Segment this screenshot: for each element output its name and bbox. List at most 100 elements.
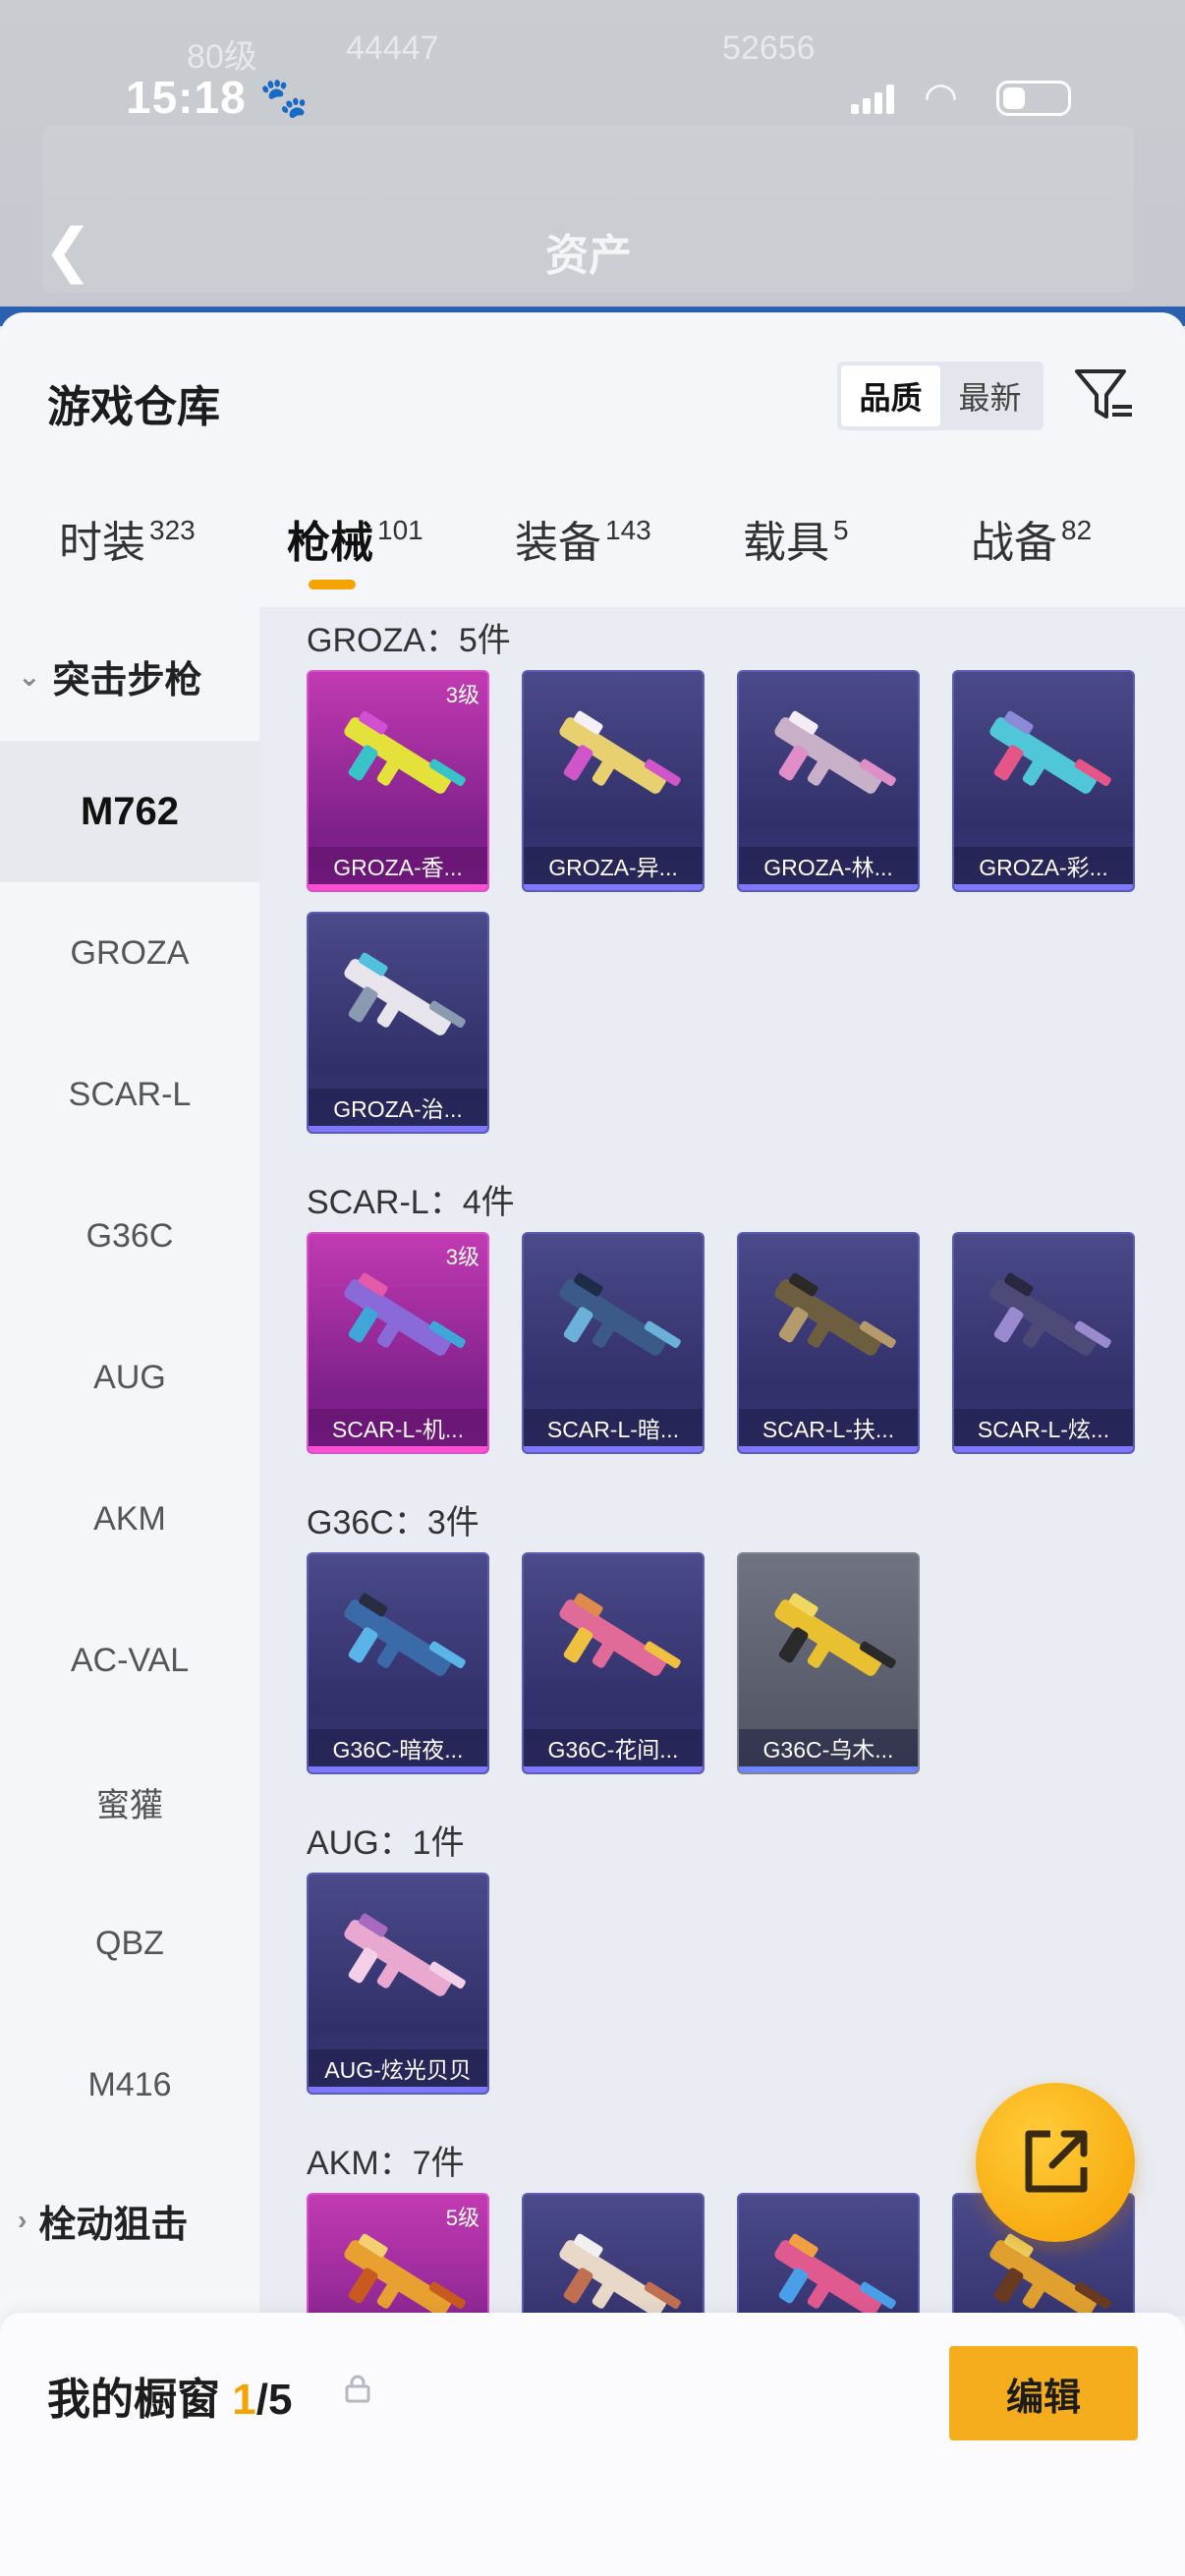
my-showcase-bar: 我的橱窗 1/5 编辑: [0, 2313, 1185, 2576]
weapon-name: GROZA-彩...: [979, 855, 1108, 880]
sidebar-item-honey-badger[interactable]: 蜜獾: [0, 1731, 259, 1873]
section-header: GROZA：5件: [307, 622, 511, 659]
sidebar-item-qbz[interactable]: QBZ: [0, 1873, 259, 2014]
paw-icon: 🐾: [259, 77, 309, 120]
weapon-card[interactable]: G36C-花间...: [522, 1552, 705, 1774]
sort-toggle: 品质 最新: [837, 362, 1044, 430]
card-name-bar: G36C-花间...: [524, 1729, 703, 1772]
weapon-grid: GROZA：5件 3级 GROZA-香... GROZA-异... GROZA-林…: [259, 607, 1185, 2317]
weapon-name: GROZA-异...: [548, 855, 678, 880]
share-button[interactable]: [976, 2083, 1135, 2242]
card-name-bar: G36C-乌木...: [739, 1729, 918, 1772]
category-tabs: 时装 323 枪械 101 装备 143 载具 5 战备 82: [0, 507, 1185, 605]
sidebar: ⌄ 突击步枪 M762 GROZA SCAR-L G36C AUG AKM AC-…: [0, 607, 259, 2287]
weapon-skin-image: [344, 1913, 466, 1996]
share-external-icon: [1025, 2130, 1088, 2193]
card-name-bar: GROZA-彩...: [954, 847, 1133, 890]
section-header: SCAR-L：4件: [307, 1184, 515, 1221]
sort-latest-button[interactable]: 最新: [940, 365, 1040, 426]
weapon-card[interactable]: 3级 SCAR-L-机...: [307, 1232, 489, 1454]
showcase-total: /5: [255, 2376, 293, 2424]
weapon-card[interactable]: G36C-暗夜...: [307, 1552, 489, 1774]
weapon-skin-image: [344, 2233, 466, 2317]
weapon-card[interactable]: G36C-乌木...: [737, 1552, 920, 1774]
weapon-skin-image: [344, 1593, 466, 1676]
weapon-skin-image: [344, 710, 466, 794]
card-name-bar: AUG-炫光贝贝: [309, 2049, 487, 2093]
card-name-bar: SCAR-L-机...: [309, 1409, 487, 1452]
sidebar-item-g36c[interactable]: G36C: [0, 1165, 259, 1307]
background-page: 80级 44447 52656 ❮ 资产: [0, 0, 1185, 326]
weapon-skin-image: [774, 1593, 896, 1676]
weapon-card[interactable]: GROZA-异...: [522, 670, 705, 892]
weapon-card[interactable]: 3级 GROZA-香...: [307, 670, 489, 892]
level-badge: 3级: [445, 1245, 480, 1269]
weapon-card[interactable]: SCAR-L-暗...: [522, 1232, 705, 1454]
card-name-bar: G36C-暗夜...: [309, 1729, 487, 1772]
sidebar-item-m416[interactable]: M416: [0, 2014, 259, 2156]
sidebar-category-bolt-sniper[interactable]: › 栓动狙击: [0, 2161, 259, 2279]
card-name-bar: SCAR-L-炫...: [954, 1409, 1133, 1452]
weapon-skin-image: [774, 710, 896, 794]
tab-fashion[interactable]: 时装 323: [59, 507, 196, 605]
card-name-bar: GROZA-香...: [309, 847, 487, 890]
weapon-card[interactable]: GROZA-彩...: [952, 670, 1135, 892]
weapon-skin-image: [559, 710, 681, 794]
weapon-name: AUG-炫光贝贝: [324, 2057, 472, 2083]
weapon-skin-image: [989, 1272, 1111, 1356]
status-bar: 15:18 🐾 ◠: [0, 69, 1185, 128]
wifi-icon: ◠: [924, 76, 958, 119]
lock-icon: [345, 2375, 370, 2403]
weapon-name: GROZA-香...: [333, 855, 463, 880]
sidebar-item-ac-val[interactable]: AC-VAL: [0, 1590, 259, 1731]
weapon-card[interactable]: 5级: [307, 2193, 489, 2317]
tab-vehicles[interactable]: 载具 5: [743, 507, 849, 605]
weapon-card[interactable]: [737, 2193, 920, 2317]
weapon-skin-image: [559, 1593, 681, 1676]
weapon-name: G36C-乌木...: [762, 1737, 894, 1763]
weapon-name: SCAR-L-暗...: [546, 1417, 680, 1442]
background-title: 资产: [545, 232, 632, 280]
sidebar-item-groza[interactable]: GROZA: [0, 882, 259, 1024]
weapon-name: G36C-花间...: [547, 1737, 679, 1763]
weapon-skin-image: [559, 2233, 681, 2317]
weapon-card[interactable]: GROZA-治...: [307, 912, 489, 1134]
sidebar-item-akm[interactable]: AKM: [0, 1448, 259, 1590]
tab-equipment[interactable]: 装备 143: [515, 507, 651, 605]
showcase-label: 我的橱窗 1/5: [47, 2376, 293, 2424]
filter-icon[interactable]: [1071, 362, 1136, 426]
section-header: AKM：7件: [307, 2145, 465, 2182]
card-name-bar: SCAR-L-扶...: [739, 1409, 918, 1452]
weapon-card[interactable]: SCAR-L-炫...: [952, 1232, 1135, 1454]
weapon-card[interactable]: SCAR-L-扶...: [737, 1232, 920, 1454]
sidebar-item-aug[interactable]: AUG: [0, 1307, 259, 1448]
weapon-skin-image: [989, 710, 1111, 794]
sidebar-item-scar-l[interactable]: SCAR-L: [0, 1024, 259, 1165]
weapon-card[interactable]: AUG-炫光贝贝: [307, 1873, 489, 2095]
background-number: 52656: [722, 29, 816, 67]
sidebar-item-m762[interactable]: M762: [0, 741, 259, 882]
sidebar-category-assault-rifle[interactable]: ⌄ 突击步枪: [0, 617, 259, 735]
card-name-bar: GROZA-治...: [309, 1089, 487, 1132]
weapon-skin-image: [344, 1272, 466, 1356]
weapon-card[interactable]: GROZA-林...: [737, 670, 920, 892]
signal-icon: [851, 84, 894, 114]
edit-button[interactable]: 编辑: [949, 2346, 1138, 2440]
weapon-name: SCAR-L-机...: [331, 1417, 465, 1442]
weapon-skin-image: [774, 1272, 896, 1356]
level-badge: 3级: [445, 683, 480, 707]
weapon-name: GROZA-林...: [763, 855, 893, 880]
sort-quality-button[interactable]: 品质: [841, 365, 940, 426]
showcase-current: 1: [232, 2376, 256, 2424]
weapon-skin-image: [344, 952, 466, 1036]
chevron-right-icon: ›: [18, 2205, 28, 2235]
tab-gear[interactable]: 战备 82: [971, 507, 1092, 605]
back-arrow-icon[interactable]: ❮: [43, 216, 92, 285]
tab-guns[interactable]: 枪械 101: [287, 507, 423, 605]
weapon-name: SCAR-L-扶...: [762, 1417, 895, 1442]
card-name-bar: SCAR-L-暗...: [524, 1409, 703, 1452]
battery-icon: [996, 81, 1071, 116]
tab-active-indicator: [309, 580, 356, 589]
weapon-name: SCAR-L-炫...: [977, 1417, 1110, 1442]
weapon-card[interactable]: [522, 2193, 705, 2317]
